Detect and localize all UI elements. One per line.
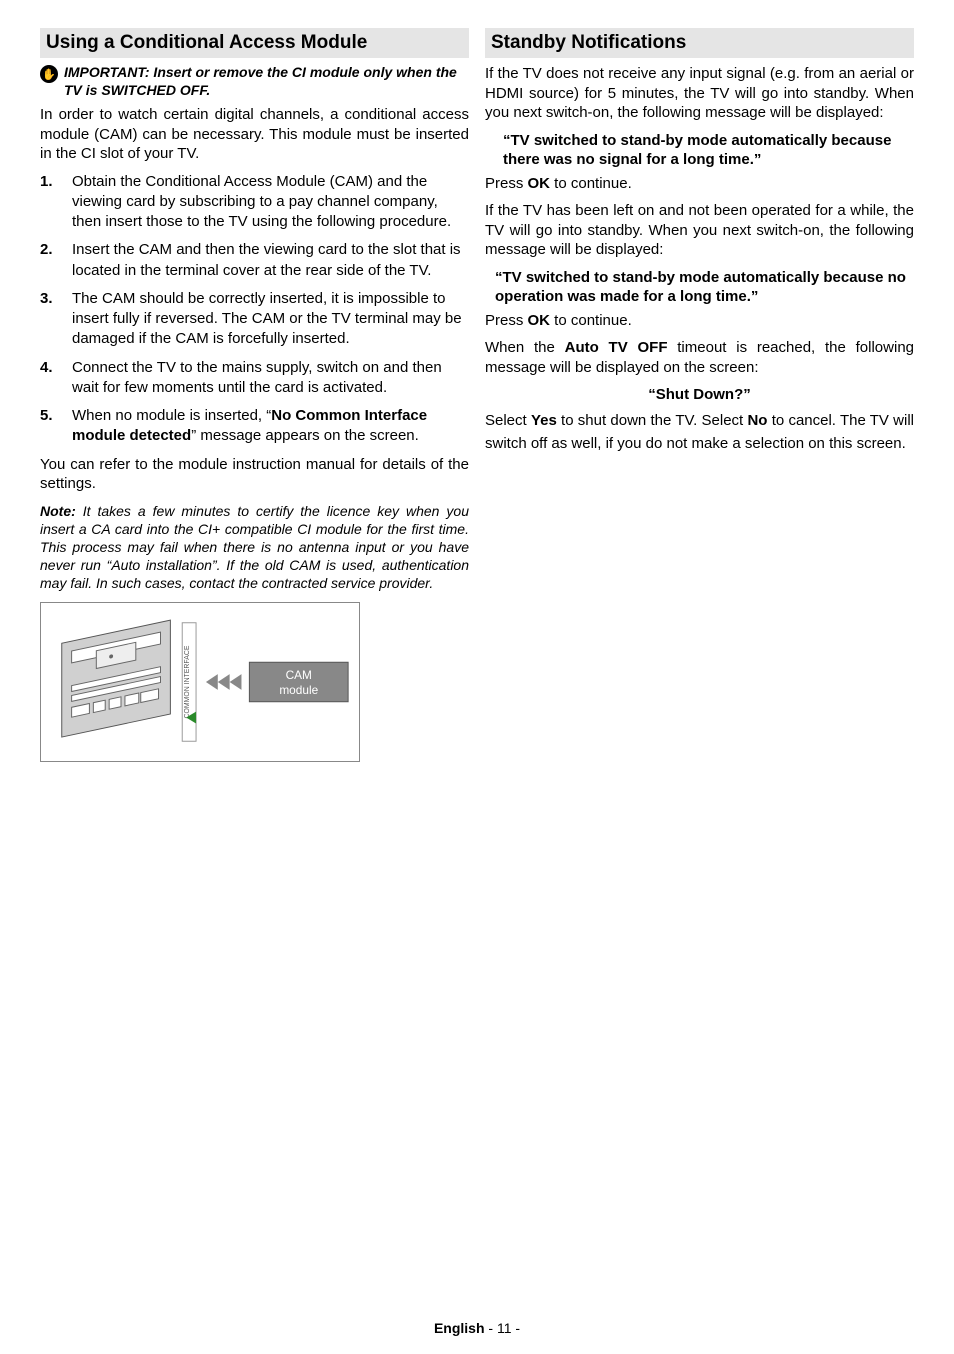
press-ok-prefix: Press [485, 175, 528, 192]
list-item: 2. Insert the CAM and then the viewing c… [40, 240, 469, 281]
list-item: 3. The CAM should be correctly inserted,… [40, 289, 469, 350]
step-text: Insert the CAM and then the viewing card… [72, 240, 469, 281]
shutdown-msg: “Shut Down?” [485, 385, 914, 405]
step-text: When no module is inserted, “No Common I… [72, 406, 469, 447]
auto-tv-off: When the Auto TV OFF timeout is reached,… [485, 338, 914, 377]
p3-mid: to shut down the TV. Select [557, 412, 748, 429]
step5-suffix: ” message appears on the screen. [191, 427, 419, 444]
step-number: 4. [40, 358, 60, 399]
step-number: 2. [40, 240, 60, 281]
list-item: 4. Connect the TV to the mains supply, s… [40, 358, 469, 399]
step-text: Connect the TV to the mains supply, swit… [72, 358, 469, 399]
standby-msg1: “TV switched to stand-by mode automatica… [503, 131, 906, 170]
step-text: The CAM should be correctly inserted, it… [72, 289, 469, 350]
left-column: Using a Conditional Access Module ✋ IMPO… [40, 28, 469, 762]
important-text: IMPORTANT: Insert or remove the CI modul… [64, 64, 469, 99]
right-column: Standby Notifications If the TV does not… [485, 28, 914, 762]
standby-p1: If the TV does not receive any input sig… [485, 64, 914, 123]
shutdown-paragraph: Select Yes to shut down the TV. Select N… [485, 409, 914, 456]
step-number: 1. [40, 172, 60, 233]
press-ok-suffix: to continue. [550, 175, 632, 192]
step5-prefix: When no module is inserted, “ [72, 407, 271, 424]
steps-list: 1. Obtain the Conditional Access Module … [40, 172, 469, 447]
standby-msg2: “TV switched to stand-by mode automatica… [495, 268, 906, 307]
section-heading-cam: Using a Conditional Access Module [40, 28, 469, 58]
no-text: No [747, 412, 767, 429]
refer-paragraph: You can refer to the module instruction … [40, 455, 469, 494]
section-heading-standby: Standby Notifications [485, 28, 914, 58]
hand-icon: ✋ [40, 65, 58, 83]
auto-bold: Auto TV OFF [565, 339, 668, 356]
footer-page: - 11 - [485, 1320, 521, 1336]
cam-diagram: COMMON INTERFACE CAM module [40, 602, 360, 762]
note-paragraph: Note: It takes a few minutes to certify … [40, 502, 469, 593]
cam-label-1: CAM [286, 668, 312, 682]
important-row: ✋ IMPORTANT: Insert or remove the CI mod… [40, 64, 469, 99]
note-label: Note: [40, 503, 76, 519]
list-item: 5. When no module is inserted, “No Commo… [40, 406, 469, 447]
intro-paragraph: In order to watch certain digital channe… [40, 105, 469, 164]
press-ok-2: Press OK to continue. [485, 311, 914, 331]
p3-prefix: Select [485, 412, 531, 429]
standby-p2: If the TV has been left on and not been … [485, 201, 914, 260]
press-ok-prefix: Press [485, 312, 528, 329]
step-text: Obtain the Conditional Access Module (CA… [72, 172, 469, 233]
auto-prefix: When the [485, 339, 565, 356]
ok-text: OK [528, 175, 551, 192]
yes-text: Yes [531, 412, 557, 429]
common-interface-label: COMMON INTERFACE [184, 646, 191, 719]
press-ok-suffix: to continue. [550, 312, 632, 329]
step-number: 5. [40, 406, 60, 447]
cam-label-2: module [279, 683, 318, 697]
press-ok-1: Press OK to continue. [485, 174, 914, 194]
footer-language: English [434, 1320, 485, 1336]
step-number: 3. [40, 289, 60, 350]
note-body: It takes a few minutes to certify the li… [40, 503, 469, 592]
page-footer: English - 11 - [0, 1320, 954, 1336]
cam-diagram-svg: COMMON INTERFACE CAM module [41, 603, 359, 761]
ok-text: OK [528, 312, 551, 329]
list-item: 1. Obtain the Conditional Access Module … [40, 172, 469, 233]
